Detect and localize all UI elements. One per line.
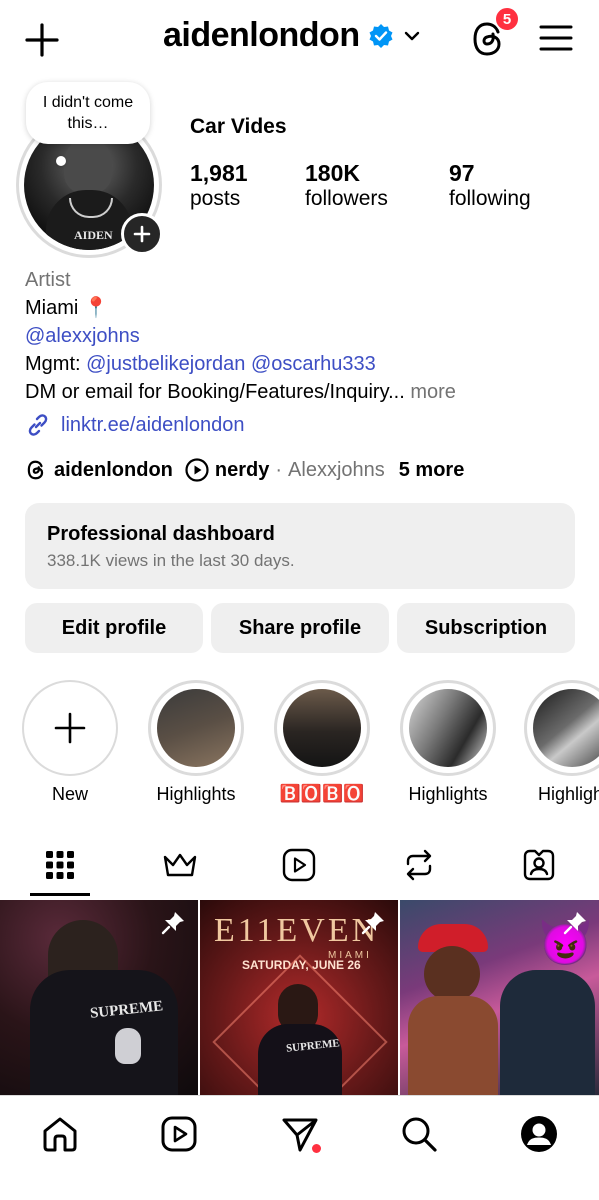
pin-icon bbox=[160, 910, 186, 936]
pin-icon bbox=[360, 910, 386, 936]
highlight-label: Highlights bbox=[408, 784, 488, 804]
reels-icon bbox=[282, 848, 316, 882]
bio-mgmt-line: Mgmt: @justbelikejordan @oscarhu333 bbox=[25, 350, 585, 378]
stat-followers-value: 180K bbox=[305, 160, 360, 186]
pin-icon bbox=[562, 910, 588, 936]
highlight-item[interactable]: Highligh bbox=[524, 680, 599, 805]
bio-location: Miami 📍 bbox=[25, 297, 109, 319]
highlight-item[interactable]: 🅱️🅾️🅱️🅾️ bbox=[272, 680, 372, 804]
dashboard-title: Professional dashboard bbox=[47, 523, 275, 545]
dashboard-subtitle: 338.1K views in the last 30 days. bbox=[47, 551, 295, 570]
display-name: Car Vides bbox=[190, 115, 287, 138]
menu-icon[interactable] bbox=[538, 20, 574, 56]
new-highlight-ring bbox=[22, 680, 118, 776]
post-thumbnail[interactable]: SUPREME bbox=[0, 900, 198, 1095]
highlight-label: Highlights bbox=[156, 784, 236, 804]
edit-profile-button[interactable]: Edit profile bbox=[25, 603, 203, 653]
profile-username: aidenlondon bbox=[163, 16, 360, 54]
highlight-cover bbox=[533, 689, 599, 767]
plus-icon bbox=[133, 225, 151, 243]
tab-posts-grid[interactable] bbox=[40, 845, 80, 885]
share-profile-button[interactable]: Share profile bbox=[211, 603, 389, 653]
channel-play-icon bbox=[185, 458, 209, 482]
channel-owner: Alexxjohns bbox=[288, 458, 385, 481]
post-thumbnail[interactable]: E11EVEN MIAMI SATURDAY, JUNE 26 SUPREME bbox=[200, 900, 398, 1095]
subscription-button[interactable]: Subscription bbox=[397, 603, 575, 653]
bio: Artist Miami 📍 @alexxjohns Mgmt: @justbe… bbox=[25, 266, 585, 406]
highlight-item[interactable]: Highlights bbox=[146, 680, 246, 805]
highlight-label: Highligh bbox=[538, 784, 599, 804]
verified-badge-icon bbox=[368, 23, 394, 49]
category-label: Artist bbox=[25, 269, 71, 291]
repost-icon bbox=[406, 849, 432, 881]
search-icon[interactable] bbox=[399, 1114, 439, 1154]
grid-icon bbox=[46, 851, 74, 879]
external-link[interactable]: linktr.ee/aidenlondon bbox=[25, 412, 244, 438]
bio-mention[interactable]: @alexxjohns bbox=[25, 322, 585, 350]
mgmt-prefix: Mgmt: bbox=[25, 353, 81, 375]
highlight-label: 🅱️🅾️🅱️🅾️ bbox=[279, 784, 365, 803]
profile-nav-avatar[interactable] bbox=[519, 1114, 559, 1154]
tagged-icon bbox=[523, 849, 555, 881]
stat-followers[interactable]: 180K followers bbox=[305, 160, 388, 211]
highlight-cover bbox=[283, 689, 361, 767]
highlight-ring bbox=[400, 680, 496, 776]
stat-following[interactable]: 97 following bbox=[449, 160, 531, 211]
stat-following-label: following bbox=[449, 187, 531, 210]
channel-separator: · bbox=[275, 458, 283, 481]
crown-icon bbox=[163, 853, 197, 877]
highlight-cover bbox=[157, 689, 235, 767]
bio-booking-text: DM or email for Booking/Features/Inquiry… bbox=[25, 381, 405, 403]
mgmt-mention-1[interactable]: @justbelikejordan bbox=[86, 353, 245, 375]
add-story-button[interactable] bbox=[121, 213, 163, 255]
highlight-cover bbox=[409, 689, 487, 767]
highlight-ring bbox=[274, 680, 370, 776]
bio-more-link[interactable]: more bbox=[410, 381, 456, 403]
more-links-button[interactable]: 5 more bbox=[399, 459, 465, 482]
highlight-ring bbox=[524, 680, 599, 776]
links-row: aidenlondon nerdy · Alexxjohns 5 more bbox=[25, 458, 464, 482]
chevron-down-icon bbox=[402, 26, 422, 46]
reels-nav-icon[interactable] bbox=[159, 1114, 199, 1154]
create-plus-icon[interactable] bbox=[22, 20, 62, 60]
threads-button[interactable]: 5 bbox=[468, 6, 520, 60]
link-icon bbox=[25, 412, 51, 438]
stat-following-value: 97 bbox=[449, 160, 475, 186]
active-tab-indicator bbox=[30, 893, 90, 896]
stat-posts: 1,981 posts bbox=[190, 160, 248, 211]
highlight-item[interactable]: Highlights bbox=[398, 680, 498, 805]
profile-note-bubble[interactable]: I didn't come this… bbox=[26, 82, 150, 144]
mgmt-mention-2[interactable]: @oscarhu333 bbox=[251, 353, 376, 375]
profile-note-text: I didn't come this… bbox=[42, 94, 134, 132]
post-overlay-title: E11EVEN bbox=[214, 912, 380, 949]
avatar-text: AIDEN bbox=[74, 228, 113, 242]
professional-dashboard-card[interactable]: Professional dashboard 338.1K views in t… bbox=[25, 503, 575, 589]
post-thumbnail[interactable]: 😈 bbox=[400, 900, 599, 1095]
top-bar: aidenlondon 5 bbox=[0, 0, 599, 80]
plus-icon bbox=[54, 712, 86, 744]
home-icon[interactable] bbox=[40, 1114, 80, 1154]
direct-messages-icon[interactable] bbox=[280, 1114, 321, 1154]
tab-reels[interactable] bbox=[279, 845, 319, 885]
external-link-text: linktr.ee/aidenlondon bbox=[61, 413, 245, 436]
stat-followers-label: followers bbox=[305, 187, 388, 210]
notification-badge: 5 bbox=[494, 6, 520, 32]
highlight-ring bbox=[148, 680, 244, 776]
tab-reposts[interactable] bbox=[399, 845, 439, 885]
bottom-navigation bbox=[0, 1095, 599, 1200]
note-tail-dot bbox=[56, 156, 66, 166]
tab-tagged[interactable] bbox=[519, 845, 559, 885]
account-switcher[interactable]: aidenlondon bbox=[163, 16, 422, 55]
channel-name[interactable]: nerdy bbox=[215, 459, 269, 482]
threads-handle[interactable]: aidenlondon bbox=[54, 459, 173, 482]
threads-icon bbox=[25, 458, 47, 482]
stat-posts-value: 1,981 bbox=[190, 160, 248, 186]
unread-dot bbox=[312, 1144, 321, 1153]
stat-posts-label: posts bbox=[190, 187, 241, 210]
bio-booking-line: DM or email for Booking/Features/Inquiry… bbox=[25, 378, 585, 406]
tab-subscriptions[interactable] bbox=[160, 845, 200, 885]
highlight-label: New bbox=[51, 784, 88, 804]
highlight-new[interactable]: New bbox=[20, 680, 120, 805]
